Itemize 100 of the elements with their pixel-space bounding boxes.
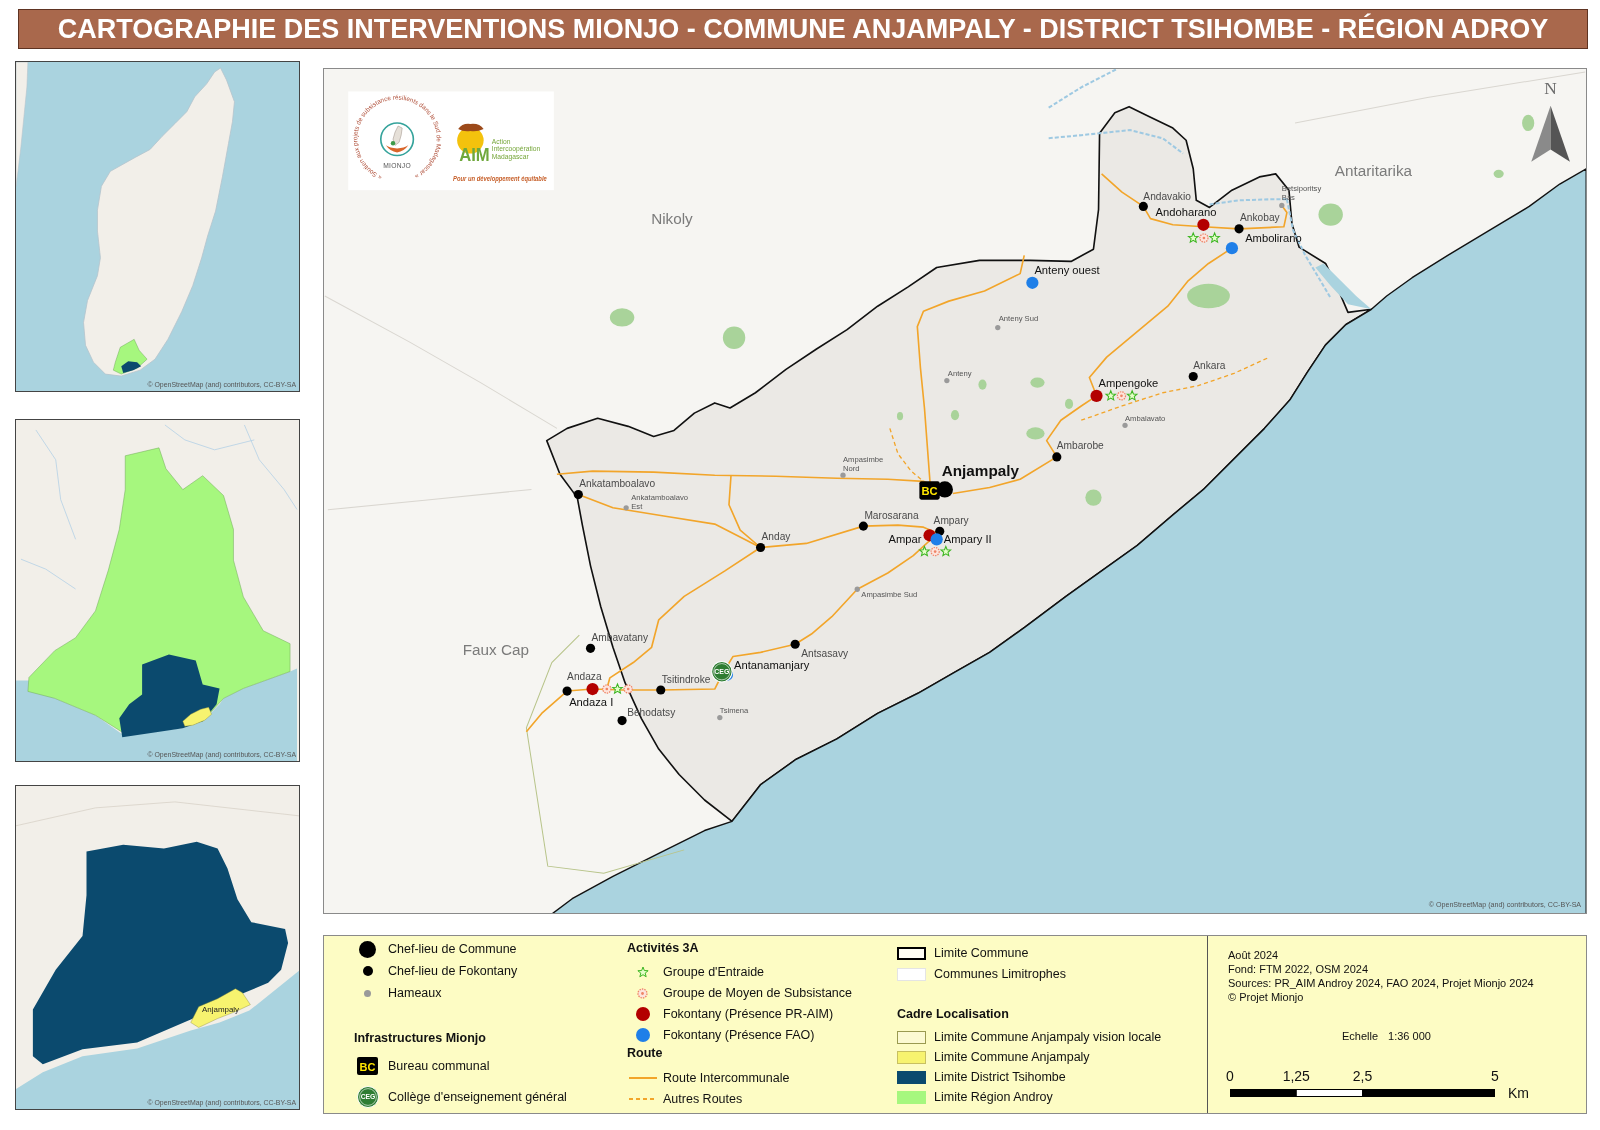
sunburst-icon: [1199, 233, 1209, 243]
place-label: Andaza: [567, 671, 602, 683]
legend-label: Groupe de Moyen de Subsistance: [663, 986, 852, 1000]
area-swatch-icon: [897, 1030, 926, 1044]
vegetation-patch: [1493, 169, 1504, 178]
legend-label: Limite Commune: [934, 946, 1029, 960]
place-label: Andaza I: [569, 696, 614, 709]
chief-town-marker-icon: [1188, 371, 1198, 382]
place-label: Ankobay: [1240, 212, 1280, 224]
map-note: Août 2024: [1228, 948, 1280, 962]
hamlet-marker-icon: [623, 505, 629, 511]
pr-aim-marker-icon: [1090, 389, 1103, 402]
chief-town-marker-icon: [617, 716, 627, 726]
place-label: Marosarana: [864, 509, 919, 521]
sunburst-icon: [637, 987, 648, 999]
vegetation-patch: [1026, 427, 1045, 440]
legend-heading: Activités 3A: [627, 940, 700, 956]
place-label: Ankara: [1193, 359, 1226, 371]
hamlet-marker-icon: [717, 714, 723, 721]
area-label: Anjampaly: [202, 1004, 240, 1014]
district-area: [121, 361, 142, 374]
legend-label: Communes Limitrophes: [934, 967, 1066, 981]
sunburst-icon: [623, 684, 633, 694]
place-label: Ampary: [933, 515, 969, 526]
area-label: Antaritarika: [1334, 162, 1413, 180]
legend-label: Fokontany (Présence PR-AIM): [663, 1007, 834, 1021]
logo-name: AIM: [459, 143, 493, 165]
legend-label: Limite Commune Anjampaly vision locale: [934, 1030, 1162, 1044]
legend-label: Limite District Tsihombe: [934, 1070, 1066, 1084]
fao-marker-icon: [1225, 242, 1239, 255]
pr-aim-marker-icon: [635, 1007, 650, 1021]
commune-area: [182, 707, 212, 727]
place-label: Antanamanjary: [734, 658, 810, 671]
vegetation-patch: [722, 326, 746, 349]
hamlet-marker-icon: [995, 324, 1001, 331]
area-label: Faux Cap: [462, 640, 529, 658]
star-icon: [1208, 231, 1221, 244]
map-note: Fond: FTM 2022, OSM 2024: [1228, 962, 1369, 976]
area-label: Nikoly: [651, 210, 693, 228]
place-label: Tsitindroke: [661, 674, 711, 686]
star-icon: [1126, 389, 1139, 402]
area-swatch-icon: [897, 1050, 926, 1064]
area-swatch-icon: [897, 1090, 926, 1104]
boundary-swatch-icon: [897, 946, 926, 960]
vegetation-patch: [1318, 203, 1343, 226]
place-label: Ampary II: [943, 533, 992, 546]
sunburst-icon: [1116, 391, 1127, 401]
map-title: CARTOGRAPHIE DES INTERVENTIONS MIONJO - COMMUNE ANJAMPALY - DISTRICT TSIHOMBE - RÉGION ADROY: [18, 9, 1588, 49]
hamlet-marker-icon: [364, 989, 371, 997]
chief-town-marker-icon: [858, 521, 868, 531]
scale-tick-label: 2,5: [1352, 1068, 1373, 1084]
pr-aim-marker-icon: [1197, 218, 1210, 231]
vegetation-patch: [950, 410, 960, 421]
place-label: Andavakio: [1143, 190, 1191, 202]
legend-label: Limite Région Androy: [934, 1090, 1053, 1104]
legend-label: Hameaux: [388, 986, 442, 1000]
vegetation-patch: [609, 308, 635, 327]
vegetation-patch: [896, 412, 904, 421]
star-icon: [611, 682, 624, 695]
map-note: Sources: PR_AIM Androy 2024, FAO 2024, Projet Mionjo 2024: [1228, 976, 1535, 990]
chief-town-marker-icon: [790, 639, 800, 649]
chief-town-marker-icon: [755, 542, 766, 553]
hamlet-marker-icon: [840, 472, 846, 478]
scale-ratio: 1:36 000: [1388, 1029, 1431, 1043]
commune-area: [190, 988, 251, 1028]
scale-tick-label: 5: [1491, 1068, 1499, 1084]
fao-marker-icon: [1026, 276, 1039, 289]
vegetation-patch: [978, 379, 987, 390]
legend-label: Groupe d'Entraide: [663, 965, 765, 979]
star-icon: [939, 545, 952, 557]
chief-town-marker-icon: [585, 643, 596, 653]
chief-town-marker-icon: [1138, 201, 1148, 211]
legend-label: Chef-lieu de Fokontany: [388, 964, 518, 978]
scale-tick-label: 0: [1226, 1068, 1234, 1084]
vegetation-patch: [1030, 377, 1045, 388]
star-icon: [1104, 389, 1117, 402]
place-label: Antsasavy: [801, 647, 849, 659]
place-label: Ambarobe: [1056, 440, 1104, 452]
chief-town-marker-icon: [656, 685, 666, 695]
legend-label: Chef-lieu de Commune: [388, 942, 517, 956]
chief-town-marker-icon: [1234, 224, 1244, 234]
legend-heading: Route: [627, 1045, 664, 1060]
scale-unit: Km: [1508, 1085, 1529, 1101]
chief-town-marker-icon: [562, 686, 572, 696]
chief-town-marker-icon: [362, 966, 373, 976]
area-swatch-icon: [897, 1070, 926, 1084]
place-label: Ampengoke: [1098, 376, 1159, 389]
hamlet-marker-icon: [1279, 202, 1285, 209]
bc-badge: BC: [357, 1057, 378, 1075]
north-arrow-icon: [1531, 105, 1570, 162]
place-label: Ankatamboalavo: [579, 477, 656, 489]
legend-label: Collège d'enseignement général: [388, 1090, 567, 1104]
place-label: Andoharano: [1155, 205, 1217, 218]
river: [1048, 69, 1118, 109]
legend-label: Limite Commune Anjampaly: [934, 1050, 1090, 1064]
sunburst-icon: [602, 684, 612, 694]
hamlet-marker-icon: [854, 586, 860, 592]
place-label: Ampar: [888, 533, 922, 546]
road-symbol-icon: [628, 1076, 657, 1079]
legend-label: Autres Routes: [663, 1091, 743, 1106]
